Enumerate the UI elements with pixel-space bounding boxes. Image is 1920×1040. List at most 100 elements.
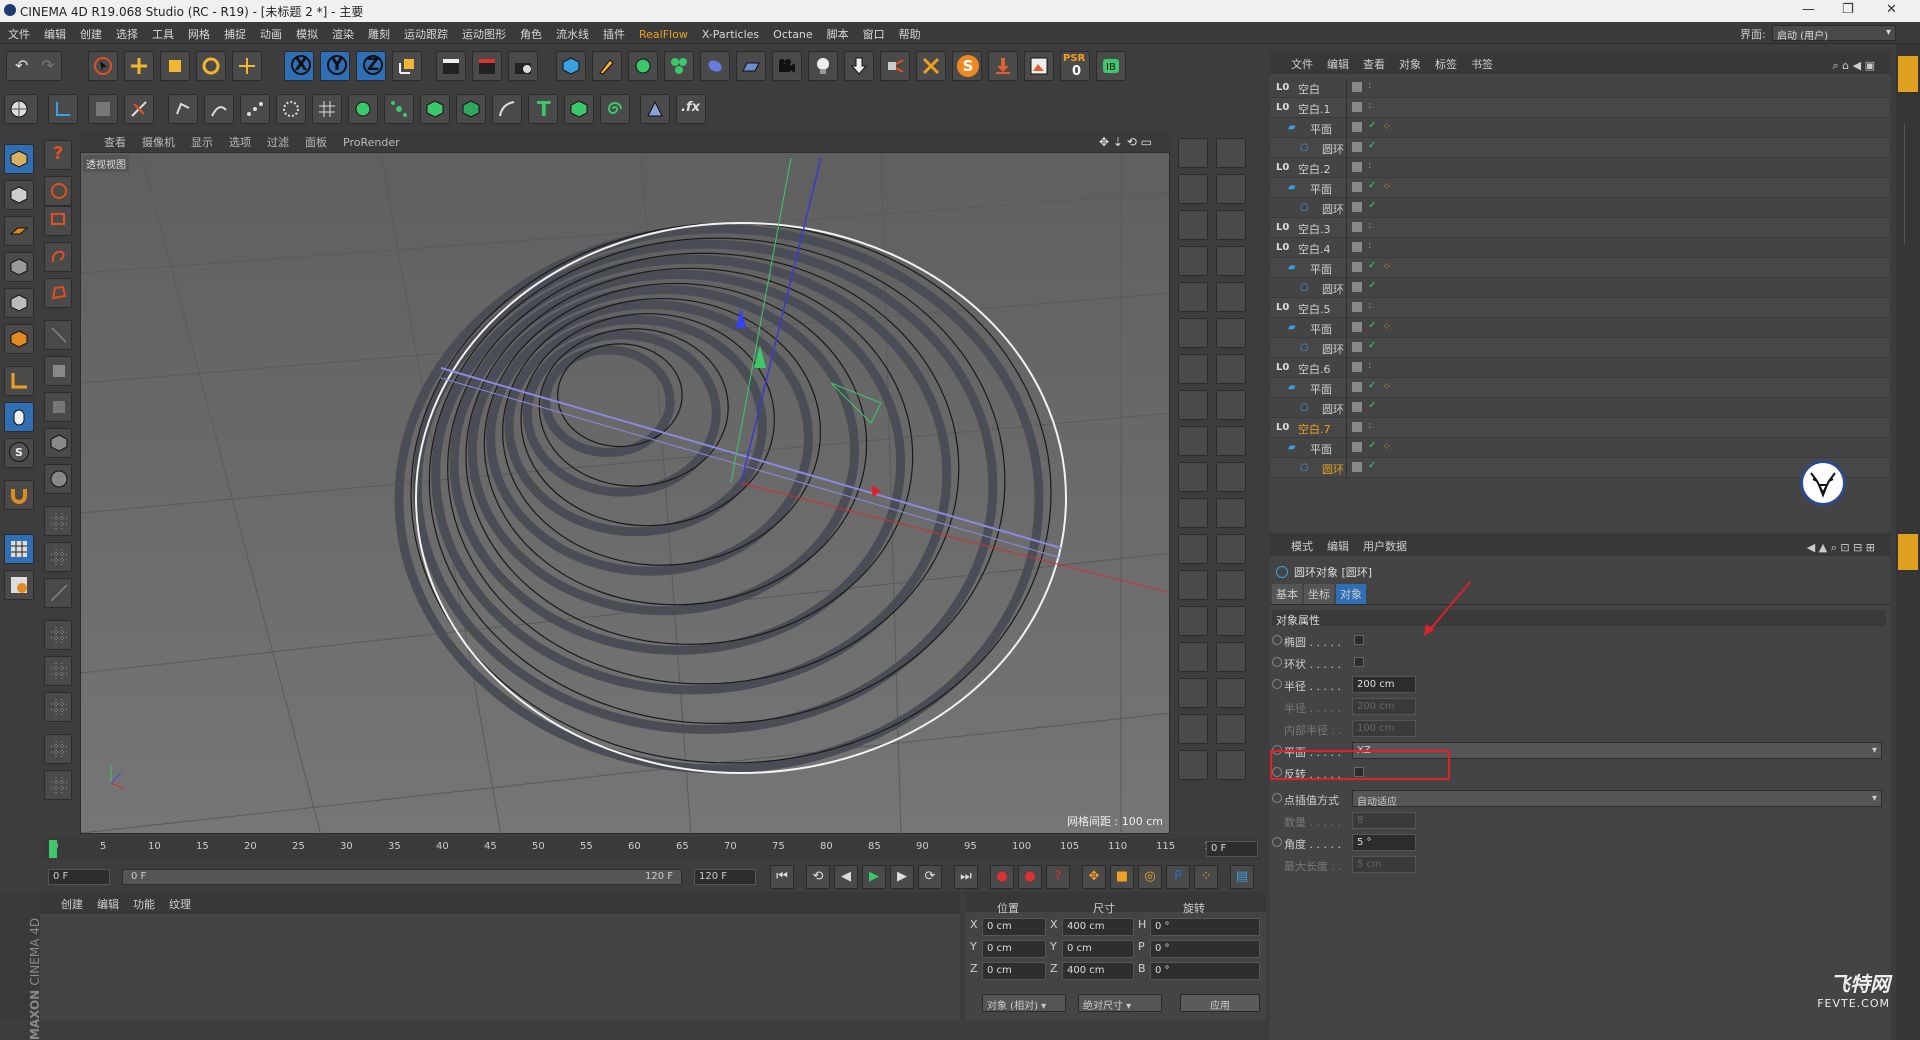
palette-button[interactable] [1216, 426, 1246, 456]
palette-button[interactable] [1178, 678, 1208, 708]
palette-button[interactable] [1216, 354, 1246, 384]
attribute-checkbox[interactable] [1354, 635, 1364, 645]
deformer-button[interactable] [700, 51, 730, 81]
palette-button[interactable] [1178, 390, 1208, 420]
tag-icon[interactable]: ⁘ [1382, 380, 1391, 393]
palette-button[interactable] [1216, 750, 1246, 780]
x-axis-lock-button[interactable]: X [284, 51, 314, 81]
viewport-menu-item-4[interactable]: 过滤 [259, 131, 297, 150]
current-frame-field[interactable]: 0 F [1206, 841, 1258, 857]
layout-globe-button[interactable] [4, 94, 38, 124]
palette-button[interactable] [1178, 570, 1208, 600]
layout-select[interactable]: 启动 (用户) ▾ [1772, 25, 1896, 42]
start-frame-field[interactable]: 0 F [48, 869, 110, 885]
palette-button[interactable] [1178, 642, 1208, 672]
material-menu-item-3[interactable]: 纹理 [162, 892, 198, 916]
tag-icon[interactable]: ⁘ [1382, 320, 1391, 333]
menu-item-2[interactable]: 创建 [72, 22, 108, 42]
convert-selection-button[interactable] [44, 320, 72, 350]
object-row[interactable]: ▰ 平面 ✓ ⁘ [1270, 378, 1890, 398]
object-menu-item-0[interactable]: 文件 [1284, 52, 1320, 76]
visibility-dots-icon[interactable]: : [1368, 360, 1371, 371]
enabled-check-icon[interactable]: ✓ [1368, 340, 1376, 351]
model-mode-button[interactable] [48, 94, 78, 124]
sweep-button[interactable] [492, 94, 522, 124]
camera-button[interactable] [772, 51, 802, 81]
menu-item-4[interactable]: 工具 [144, 22, 180, 42]
animate-toggle-icon[interactable] [1272, 793, 1282, 803]
material-menu-item-0[interactable]: 创建 [54, 892, 90, 916]
minimize-button[interactable]: — [1802, 2, 1815, 17]
perspective-viewport[interactable]: 透视视图 网格间距 : 100 cm [80, 152, 1170, 834]
tab-objects-vertical[interactable] [1898, 56, 1918, 92]
tag-icon[interactable]: ⁘ [1382, 260, 1391, 273]
palette-button[interactable] [1216, 606, 1246, 636]
layer-toggle-icon[interactable] [1352, 362, 1362, 372]
object-menu-item-3[interactable]: 对象 [1392, 52, 1428, 76]
object-row[interactable]: ○ 圆环 ✓ [1270, 398, 1890, 418]
cube-button[interactable] [556, 51, 586, 81]
close-button[interactable]: ✕ [1886, 2, 1897, 17]
menu-item-10[interactable]: 雕刻 [360, 22, 396, 42]
loop-forward-icon[interactable]: ⟳ [918, 865, 942, 889]
layer-toggle-icon[interactable] [1352, 262, 1362, 272]
live-select-button[interactable] [232, 51, 262, 81]
viewport-menu-item-3[interactable]: 选项 [221, 131, 259, 150]
object-row[interactable]: ▰ 平面 ✓ ⁘ [1270, 178, 1890, 198]
animate-toggle-icon[interactable] [1272, 837, 1282, 847]
attribute-number-field[interactable]: 100 cm [1352, 720, 1416, 737]
step-back-icon[interactable]: ◀ [834, 865, 858, 889]
record-icon[interactable]: ● [990, 865, 1014, 889]
viewport-menu-item-2[interactable]: 显示 [183, 131, 221, 150]
layer-toggle-icon[interactable] [1352, 242, 1362, 252]
object-row[interactable]: L0 空白.3: [1270, 218, 1890, 238]
menu-item-5[interactable]: 网格 [180, 22, 216, 42]
layer-toggle-icon[interactable] [1352, 222, 1362, 232]
interpolation-select[interactable]: 自动适应 ▾ [1352, 790, 1882, 808]
cube-gray-button[interactable] [44, 428, 72, 458]
object-row[interactable]: ○ 圆环 ✓ [1270, 458, 1890, 478]
spline-wrap-button[interactable] [600, 94, 630, 124]
palette-button[interactable] [1178, 210, 1208, 240]
extrude-button[interactable] [420, 94, 450, 124]
position-field[interactable]: 0 cm [982, 940, 1046, 958]
workplane-align-button[interactable] [4, 570, 34, 600]
attribute-checkbox[interactable] [1354, 657, 1364, 667]
select-tool-button[interactable] [88, 51, 118, 81]
material-menu-item-1[interactable]: 编辑 [90, 892, 126, 916]
symmetry-button[interactable] [384, 94, 414, 124]
octane-s-button[interactable]: S [952, 51, 982, 81]
tag-icon[interactable]: ⁘ [1382, 180, 1391, 193]
palette-button[interactable] [1216, 534, 1246, 564]
play-icon[interactable]: ▶ [862, 865, 886, 889]
attribute-number-field[interactable]: 200 cm [1352, 676, 1416, 693]
attribute-number-field[interactable]: 8 [1352, 812, 1416, 829]
object-menu-item-2[interactable]: 查看 [1356, 52, 1392, 76]
psr-button[interactable]: PSR 0 [1060, 51, 1090, 81]
enabled-check-icon[interactable]: ✓ [1368, 440, 1376, 451]
palette-button[interactable] [1178, 174, 1208, 204]
grid-diag-button[interactable] [44, 578, 72, 608]
workplane-lock-button[interactable] [4, 534, 34, 564]
layer-toggle-icon[interactable] [1352, 402, 1362, 412]
xparticles-emitter-button[interactable] [880, 51, 910, 81]
palette-button[interactable] [1178, 318, 1208, 348]
animate-toggle-icon[interactable] [1272, 635, 1282, 645]
size-field[interactable]: 0 cm [1062, 940, 1134, 958]
enabled-check-icon[interactable]: ✓ [1368, 320, 1376, 331]
menu-item-1[interactable]: 编辑 [36, 22, 72, 42]
loft-button[interactable] [564, 94, 594, 124]
enabled-check-icon[interactable]: ✓ [1368, 200, 1376, 211]
step-forward-icon[interactable]: ▶ [890, 865, 914, 889]
cloner-button[interactable] [664, 51, 694, 81]
animate-toggle-icon[interactable] [1272, 679, 1282, 689]
visibility-dots-icon[interactable]: : [1368, 220, 1371, 231]
viewport-menu-item-6[interactable]: ProRender [335, 133, 408, 149]
menu-item-13[interactable]: 角色 [512, 22, 548, 42]
palette-button[interactable] [1216, 570, 1246, 600]
tag-icon[interactable]: ⁘ [1382, 120, 1391, 133]
layer-toggle-icon[interactable] [1352, 82, 1362, 92]
enabled-check-icon[interactable]: ✓ [1368, 260, 1376, 271]
tweak-mode-button[interactable] [4, 402, 34, 432]
menu-item-20[interactable]: 窗口 [855, 22, 891, 42]
